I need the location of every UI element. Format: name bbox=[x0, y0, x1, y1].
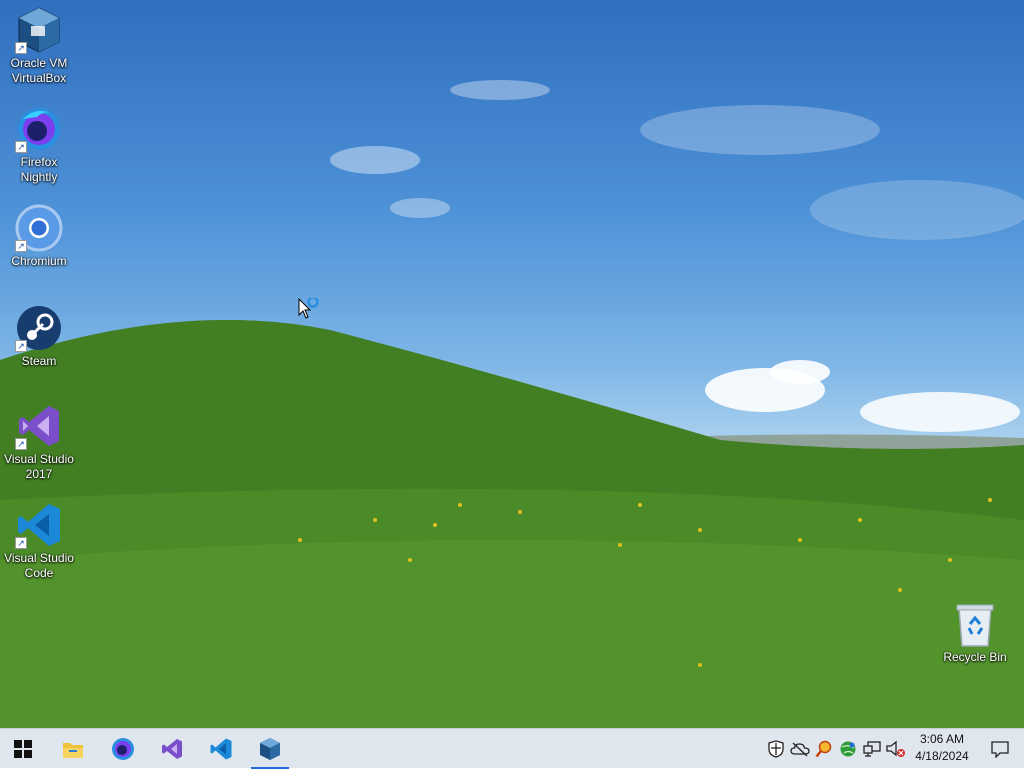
desktop-icon-label: Recycle Bin bbox=[943, 650, 1007, 664]
volume-muted-icon bbox=[886, 740, 905, 757]
action-center-button[interactable] bbox=[984, 733, 1016, 765]
desktop-icon-firefox-nightly[interactable]: ↗ Firefox Nightly bbox=[0, 105, 78, 185]
taskbar-file-explorer[interactable] bbox=[50, 729, 96, 769]
desktop-icon-steam[interactable]: ↗ Steam bbox=[0, 304, 78, 369]
system-tray bbox=[764, 729, 908, 769]
network-globe-icon bbox=[840, 741, 856, 757]
security-shield-icon bbox=[768, 740, 784, 758]
desktop[interactable]: ↗ Oracle VM VirtualBox ↗ Firefox Nightly… bbox=[0, 0, 1024, 728]
cloud-offline-icon bbox=[790, 742, 810, 757]
desktop-icon-chromium[interactable]: ↗ Chromium bbox=[0, 204, 78, 269]
desktop-icon-visual-studio-2017[interactable]: ↗ Visual Studio 2017 bbox=[0, 402, 78, 482]
tray-network[interactable] bbox=[862, 739, 882, 759]
tray-search-tool[interactable] bbox=[814, 739, 834, 759]
desktop-icon-visual-studio-code[interactable]: ↗ Visual Studio Code bbox=[0, 501, 78, 581]
desktop-icon-label: Steam bbox=[21, 354, 57, 368]
desktop-icon-label: Firefox Nightly bbox=[20, 155, 58, 184]
visual-studio-icon bbox=[162, 739, 182, 759]
busy-cursor-icon bbox=[298, 296, 319, 319]
tray-volume[interactable] bbox=[886, 739, 906, 759]
tray-security[interactable] bbox=[766, 739, 786, 759]
tray-network-globe[interactable] bbox=[838, 739, 858, 759]
taskbar-clock[interactable]: 3:06 AM 4/18/2024 bbox=[906, 731, 978, 765]
firefox-icon bbox=[112, 738, 134, 760]
taskbar-firefox[interactable] bbox=[100, 729, 146, 769]
desktop-icon-label: Visual Studio Code bbox=[4, 551, 74, 580]
recycle-bin-icon bbox=[956, 604, 994, 647]
taskbar-vscode[interactable] bbox=[198, 729, 244, 769]
desktop-icon-label: Chromium bbox=[11, 254, 67, 268]
tray-onedrive[interactable] bbox=[790, 739, 810, 759]
search-magnifier-icon bbox=[815, 740, 832, 758]
taskbar: 3:06 AM 4/18/2024 bbox=[0, 728, 1024, 769]
vscode-icon bbox=[210, 738, 232, 760]
file-explorer-icon bbox=[63, 743, 83, 758]
network-monitor-icon bbox=[863, 741, 881, 757]
taskbar-visual-studio[interactable] bbox=[149, 729, 195, 769]
mouse-cursor bbox=[298, 296, 324, 327]
start-button[interactable] bbox=[0, 729, 46, 769]
wallpaper bbox=[0, 80, 1024, 728]
desktop-icon-label: Visual Studio 2017 bbox=[4, 452, 74, 481]
desktop-icon-label: Oracle VM VirtualBox bbox=[10, 56, 68, 85]
virtualbox-icon bbox=[260, 738, 280, 760]
desktop-icon-virtualbox[interactable]: ↗ Oracle VM VirtualBox bbox=[0, 6, 78, 86]
clock-time: 3:06 AM bbox=[919, 732, 965, 746]
desktop-icon-recycle-bin[interactable]: Recycle Bin bbox=[936, 600, 1014, 665]
clock-date: 4/18/2024 bbox=[915, 749, 969, 763]
action-center-icon bbox=[991, 741, 1009, 758]
taskbar-virtualbox[interactable] bbox=[247, 729, 293, 769]
windows-start-icon bbox=[14, 740, 32, 758]
